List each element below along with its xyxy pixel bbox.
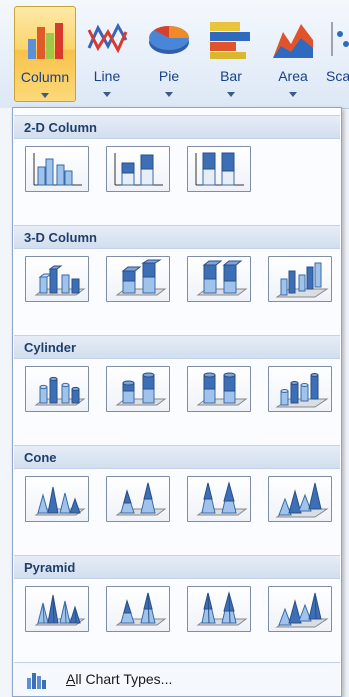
stacked-cone-icon <box>115 482 167 516</box>
section-header-pyramid: Pyramid <box>14 555 340 579</box>
clustered-pyramid-icon <box>34 594 86 626</box>
dropdown-arrow-icon <box>227 92 235 97</box>
3d-column-thumb[interactable] <box>268 256 332 302</box>
all-chart-types-button[interactable]: All Chart Types... <box>14 663 340 696</box>
clustered-column-icon <box>33 153 82 186</box>
3d-pyramid-thumb[interactable] <box>268 586 332 632</box>
3d-cone-thumb[interactable] <box>268 476 332 522</box>
section-header-3d-column: 3-D Column <box>14 225 340 249</box>
line-chart-button[interactable]: Line <box>78 6 136 102</box>
3d-stacked-column-thumb[interactable] <box>106 256 170 302</box>
stacked-column-thumb[interactable] <box>106 146 170 192</box>
scatter-label: Sca <box>326 68 349 84</box>
clustered-cone-thumb[interactable] <box>25 476 89 522</box>
dropdown-arrow-icon <box>103 92 111 97</box>
100-stacked-column-icon <box>195 152 244 186</box>
stacked-pyramid-thumb[interactable] <box>106 586 170 632</box>
100-stacked-column-thumb[interactable] <box>187 146 251 192</box>
scatter-chart-button[interactable]: Sca <box>324 6 349 102</box>
section-header-2d-column: 2-D Column <box>14 115 340 139</box>
area-label: Area <box>278 68 308 84</box>
100-stacked-cylinder-thumb[interactable] <box>187 366 251 412</box>
line-label: Line <box>93 68 121 84</box>
100-stacked-cone-thumb[interactable] <box>187 476 251 522</box>
insert-charts-ribbon: Column Line Pie Bar Area Sca <box>0 0 349 109</box>
stacked-cylinder-icon <box>115 372 167 406</box>
3d-pyramid-icon <box>275 592 329 628</box>
pie-label: Pie <box>158 68 180 84</box>
clustered-pyramid-thumb[interactable] <box>25 586 89 632</box>
column-chart-gallery: 2-D Column 3-D Column Cylinder Cone Pyra… <box>12 107 342 697</box>
column-chart-button[interactable]: Column <box>14 6 76 102</box>
100-stacked-pyramid-icon <box>196 591 248 626</box>
pie-chart-icon <box>149 25 189 54</box>
clustered-column-thumb[interactable] <box>25 146 89 192</box>
section-header-cylinder: Cylinder <box>14 335 340 359</box>
section-header-cone: Cone <box>14 445 340 469</box>
clustered-cylinder-icon <box>34 376 86 406</box>
line-chart-icon <box>87 22 128 54</box>
3d-100-stacked-column-thumb[interactable] <box>187 256 251 302</box>
bar-label: Bar <box>220 68 242 84</box>
bar-chart-button[interactable]: Bar <box>200 6 262 102</box>
clustered-cone-icon <box>34 486 86 516</box>
stacked-column-icon <box>114 153 163 186</box>
3d-cone-icon <box>275 482 329 518</box>
3d-clustered-column-thumb[interactable] <box>25 256 89 302</box>
100-stacked-pyramid-thumb[interactable] <box>187 586 251 632</box>
chart-types-icon <box>27 673 46 689</box>
dropdown-arrow-icon <box>289 92 297 97</box>
3d-column-icon <box>275 262 329 298</box>
bar-chart-icon <box>210 22 250 59</box>
stacked-cone-thumb[interactable] <box>106 476 170 522</box>
3d-cylinder-icon <box>275 373 329 408</box>
3d-cylinder-thumb[interactable] <box>268 366 332 412</box>
clustered-cylinder-thumb[interactable] <box>25 366 89 412</box>
pie-chart-button[interactable]: Pie <box>140 6 198 102</box>
all-chart-types-label: All Chart Types... <box>66 671 173 687</box>
3d-stacked-column-icon <box>115 259 167 296</box>
column-label: Column <box>20 69 70 85</box>
3d-100-stacked-column-icon <box>196 260 248 296</box>
scatter-chart-icon <box>331 22 349 56</box>
stacked-cylinder-thumb[interactable] <box>106 366 170 412</box>
area-chart-icon <box>273 24 313 58</box>
100-stacked-cylinder-icon <box>196 372 248 406</box>
dropdown-arrow-icon <box>41 93 49 98</box>
dropdown-arrow-icon <box>165 92 173 97</box>
column-chart-icon <box>28 23 63 59</box>
100-stacked-cone-icon <box>196 481 248 516</box>
3d-clustered-column-icon <box>34 265 86 296</box>
area-chart-button[interactable]: Area <box>264 6 322 102</box>
stacked-pyramid-icon <box>115 592 167 626</box>
